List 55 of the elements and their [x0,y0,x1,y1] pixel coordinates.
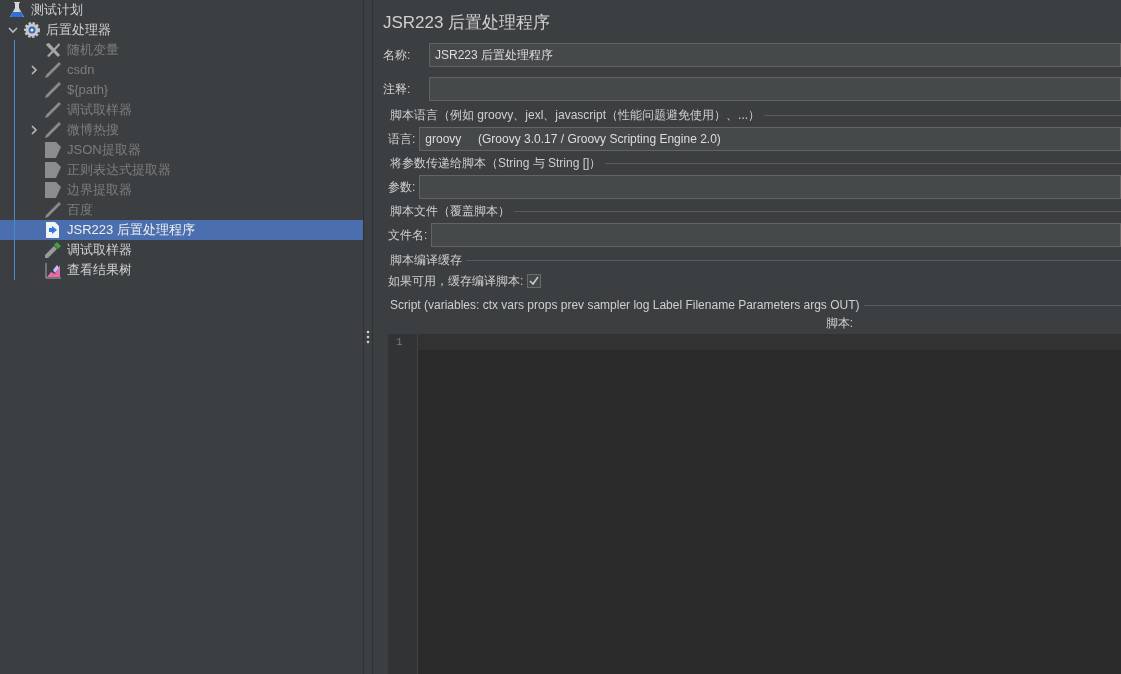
checkbox[interactable] [527,274,542,288]
field-label: 参数: [388,179,416,196]
grip-icon[interactable] [366,330,370,344]
tree-label: 微博热搜 [67,121,119,140]
group-title: 脚本语言（例如 groovy、jexl、javascript（性能问题避免使用）、...） [390,107,761,124]
tree-label: JSON提取器 [67,141,141,160]
pen-icon [44,101,62,119]
group-title: Script (variables: ctx vars props prev sampler log Label Filename Parameters args OUT) [390,297,860,314]
gear-icon [23,21,41,39]
crossed-tools-icon [44,41,62,59]
document-icon [44,141,62,159]
text-field[interactable] [431,223,1121,247]
tree-item[interactable]: 后置处理器 [0,20,363,40]
checkbox-label: 如果可用，缓存编译脚本: [388,273,524,290]
tree-label: 边界提取器 [67,181,132,200]
tree-label: csdn [67,61,95,80]
code-editor[interactable]: 1 [388,334,1121,674]
pipette-icon [44,241,62,259]
field-label: 注释: [383,81,412,98]
tree-label: 百度 [67,201,93,220]
chevron-down-icon[interactable] [8,25,18,35]
document-icon [44,161,62,179]
pen-icon [44,121,62,139]
tree-label: 调试取样器 [67,241,132,260]
group-title: 脚本编译缓存 [390,252,462,269]
tree-item[interactable]: JSR223 后置处理程序 [0,220,363,240]
group-title: 将参数传递给脚本（String 与 String []） [390,155,602,172]
field-label: 名称: [383,47,412,64]
tree-label: JSR223 后置处理程序 [67,221,195,240]
tree-label: 查看结果树 [67,261,132,280]
tree-label: 测试计划 [31,1,83,20]
field-label: 文件名: [388,227,428,244]
tree-label: 后置处理器 [46,21,111,40]
text-field[interactable]: groovy (Groovy 3.0.17 / Groovy Scripting Engine 2.0) [419,127,1121,151]
text-field[interactable]: JSR223 后置处理程序 [429,43,1121,67]
tree-label: ${path} [67,81,109,100]
tree-item[interactable]: 查看结果树 [0,260,363,280]
tree-label: 随机变量 [67,41,119,60]
editor-label: 脚本: [825,315,854,332]
document-icon [44,181,62,199]
text-field[interactable] [419,175,1121,199]
pen-icon [44,61,62,79]
group-title: 脚本文件（覆盖脚本） [390,203,510,220]
chart-icon [44,261,62,279]
panel-title: JSR223 后置处理程序 [383,12,552,34]
line-number: 1 [395,335,404,350]
document-arrow-icon [44,221,62,239]
field-label: 语言: [388,131,416,148]
pen-icon [44,81,62,99]
checkmark-icon [529,276,540,286]
flask-icon [8,1,26,19]
text-field[interactable] [429,77,1121,101]
tree-label: 正则表达式提取器 [67,161,171,180]
tree-item[interactable]: 调试取样器 [0,240,363,260]
tree-label: 调试取样器 [67,101,132,120]
